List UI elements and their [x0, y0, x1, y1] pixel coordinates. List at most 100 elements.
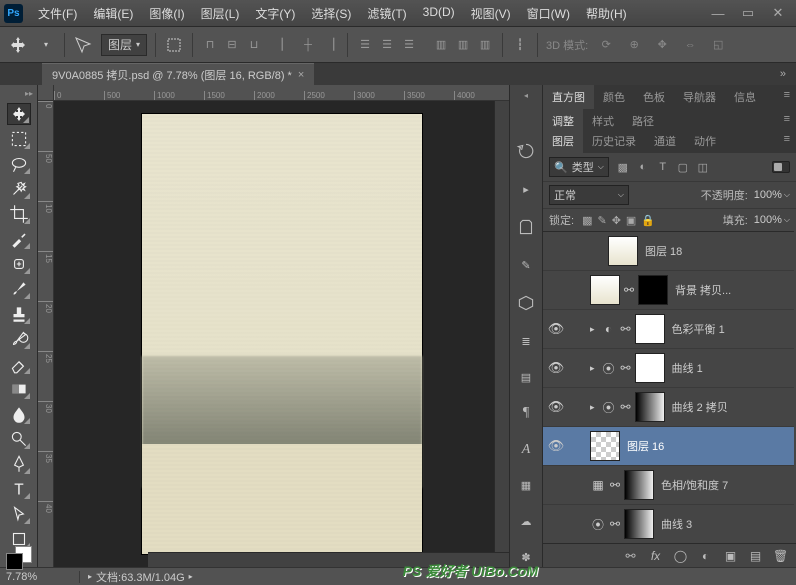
- path-select-tool[interactable]: [7, 503, 31, 525]
- link-icon[interactable]: ⚯: [620, 400, 632, 414]
- align-hcenter-icon[interactable]: ┼: [299, 36, 317, 54]
- layer-thumb[interactable]: [590, 431, 620, 461]
- tab-history[interactable]: 历史记录: [583, 129, 645, 153]
- delete-layer-icon[interactable]: 🗑: [773, 549, 788, 563]
- layer-thumb[interactable]: [608, 236, 638, 266]
- properties-panel-icon[interactable]: [515, 216, 537, 238]
- align-right-icon[interactable]: ▕: [321, 36, 339, 54]
- layer-mask-thumb[interactable]: [635, 314, 665, 344]
- ruler-origin[interactable]: [38, 85, 54, 101]
- dist-top-icon[interactable]: ☰: [356, 36, 374, 54]
- menu-edit[interactable]: 编辑(E): [86, 2, 140, 25]
- 3d-scale-icon[interactable]: ◱: [708, 35, 728, 55]
- filter-type-combo[interactable]: 🔍 类型 ⌵: [549, 157, 609, 177]
- menu-view[interactable]: 视图(V): [464, 2, 518, 25]
- panel1-menu-icon[interactable]: ≡: [778, 85, 796, 109]
- link-icon[interactable]: ⚯: [620, 322, 632, 336]
- history-brush-tool[interactable]: [7, 328, 31, 350]
- tab-navigator[interactable]: 导航器: [674, 85, 725, 109]
- dist-left-icon[interactable]: ▥: [432, 36, 450, 54]
- layer-row[interactable]: 👁图层 16: [543, 427, 794, 466]
- dist-vcenter-icon[interactable]: ☰: [378, 36, 396, 54]
- actions-panel-icon[interactable]: ▸: [515, 180, 537, 198]
- canvas[interactable]: [54, 101, 509, 567]
- blur-tool[interactable]: [7, 403, 31, 425]
- blend-mode-combo[interactable]: 正常⌵: [549, 185, 629, 205]
- type-tool[interactable]: T: [7, 478, 31, 500]
- tab-paths[interactable]: 路径: [623, 109, 663, 129]
- scrollbar-vertical[interactable]: [494, 101, 509, 552]
- channels-panel-icon[interactable]: ▤: [515, 368, 537, 386]
- filter-shape-icon[interactable]: ▢: [675, 159, 691, 175]
- expand-icon[interactable]: ▸: [587, 402, 598, 413]
- fill-value[interactable]: 100%⌵: [754, 214, 790, 226]
- status-zoom[interactable]: 7.78%: [0, 571, 80, 583]
- opacity-value[interactable]: 100%⌵: [754, 189, 790, 201]
- layer-name[interactable]: 曲线 3: [657, 516, 790, 532]
- layer-row[interactable]: 👁▸⦿⚯曲线 2 拷贝: [543, 388, 794, 427]
- close-tab-icon[interactable]: ×: [298, 69, 304, 81]
- history-panel-icon[interactable]: [515, 140, 537, 162]
- dist-hcenter-icon[interactable]: ▥: [454, 36, 472, 54]
- character-panel-icon[interactable]: A: [515, 441, 537, 459]
- gradient-tool[interactable]: [7, 378, 31, 400]
- filter-type-icon[interactable]: T: [655, 159, 671, 175]
- marquee-tool[interactable]: [7, 128, 31, 150]
- restore-button[interactable]: ▭: [734, 4, 762, 22]
- link-layers-icon[interactable]: ⚯: [623, 549, 638, 563]
- toolbox-collapse-icon[interactable]: ▸▸: [25, 89, 33, 98]
- dist-h-space-icon[interactable]: ┇: [511, 36, 529, 54]
- menu-image[interactable]: 图像(I): [142, 2, 191, 25]
- panel3-menu-icon[interactable]: ≡: [778, 129, 796, 153]
- tab-channels[interactable]: 通道: [645, 129, 685, 153]
- tool-preset-dropdown[interactable]: ▾: [36, 35, 56, 55]
- eraser-tool[interactable]: [7, 353, 31, 375]
- layer-mask-thumb[interactable]: [638, 275, 668, 305]
- link-icon[interactable]: ⚯: [620, 361, 632, 375]
- filter-pixel-icon[interactable]: ▩: [615, 159, 631, 175]
- brushes-panel-icon[interactable]: ✎: [515, 256, 537, 274]
- menu-filter[interactable]: 滤镜(T): [360, 2, 413, 25]
- menu-window[interactable]: 窗口(W): [520, 2, 577, 25]
- panel2-menu-icon[interactable]: ≡: [778, 109, 796, 129]
- new-group-icon[interactable]: ▣: [723, 549, 738, 563]
- lock-position-icon[interactable]: ✥: [612, 214, 621, 227]
- layer-thumb[interactable]: [590, 275, 620, 305]
- tab-layers[interactable]: 图层: [543, 129, 583, 153]
- transform-controls-icon[interactable]: [164, 35, 184, 55]
- align-left-icon[interactable]: ▏: [277, 36, 295, 54]
- align-vcenter-icon[interactable]: ⊟: [223, 36, 241, 54]
- visibility-toggle[interactable]: 👁: [543, 399, 569, 415]
- layer-row[interactable]: ⚯背景 拷贝...: [543, 271, 794, 310]
- expand-icon[interactable]: ▸: [587, 363, 598, 374]
- expand-icon[interactable]: ▸: [587, 324, 598, 335]
- tab-styles[interactable]: 样式: [583, 109, 623, 129]
- menu-3d[interactable]: 3D(D): [416, 2, 462, 25]
- pen-tool[interactable]: [7, 453, 31, 475]
- 3d-slide-icon[interactable]: ⇔: [680, 35, 700, 55]
- brush-tool[interactable]: [7, 278, 31, 300]
- layer-name[interactable]: 图层 18: [641, 243, 790, 259]
- color-swatches[interactable]: [6, 553, 32, 563]
- 3d-roll-icon[interactable]: ⊕: [624, 35, 644, 55]
- lasso-tool[interactable]: [7, 153, 31, 175]
- status-doc[interactable]: ▸文档:63.3M/1.04G▸: [80, 569, 201, 585]
- ruler-vertical[interactable]: 05010152025303540: [38, 101, 54, 567]
- healing-tool[interactable]: [7, 253, 31, 275]
- add-adjustment-icon[interactable]: ◐: [698, 549, 713, 563]
- auto-select-icon[interactable]: [73, 35, 93, 55]
- 3d-panel-icon[interactable]: [515, 292, 537, 314]
- eyedropper-tool[interactable]: [7, 228, 31, 250]
- tab-swatches[interactable]: 色板: [634, 85, 674, 109]
- visibility-toggle[interactable]: 👁: [543, 360, 569, 376]
- 3d-orbit-icon[interactable]: ⟳: [596, 35, 616, 55]
- layer-list[interactable]: 图层 18⚯背景 拷贝...👁▸◐⚯色彩平衡 1👁▸⦿⚯曲线 1👁▸⦿⚯曲线 2…: [543, 231, 794, 543]
- layer-mask-thumb[interactable]: [624, 470, 654, 500]
- menu-file[interactable]: 文件(F): [31, 2, 84, 25]
- menu-type[interactable]: 文字(Y): [248, 2, 302, 25]
- layer-mask-thumb[interactable]: [635, 353, 665, 383]
- menu-layer[interactable]: 图层(L): [194, 2, 247, 25]
- swatches-panel-icon[interactable]: ▦: [515, 477, 537, 495]
- ruler-horizontal[interactable]: 05001000150020002500300035004000: [54, 85, 509, 101]
- paragraph-panel-icon[interactable]: ¶: [515, 404, 537, 422]
